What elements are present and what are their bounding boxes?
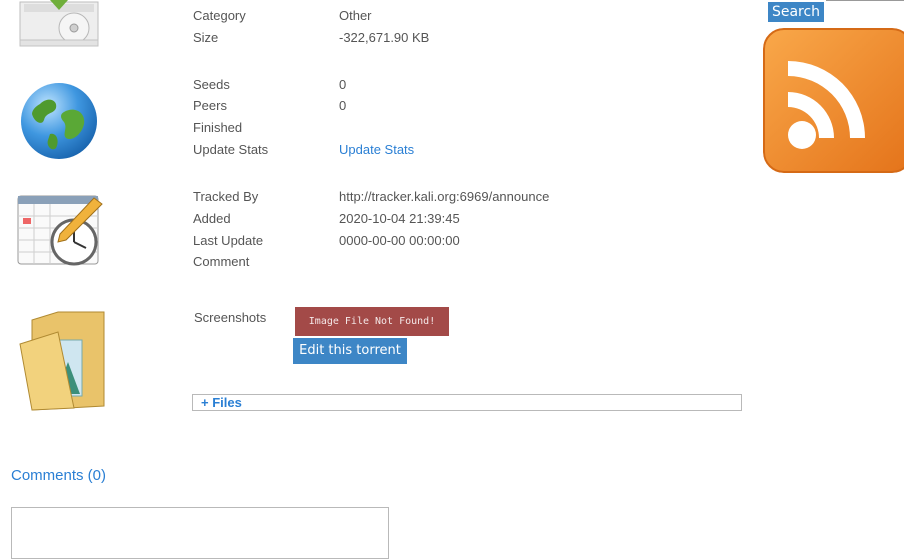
seeds-label: Seeds <box>193 77 230 92</box>
edit-torrent-button[interactable]: Edit this torrent <box>293 338 407 364</box>
update-stats-label: Update Stats <box>193 142 269 157</box>
peers-label: Peers <box>193 98 227 113</box>
package-disc-icon <box>14 0 104 53</box>
search-button[interactable]: Search <box>768 2 824 22</box>
size-label: Size <box>193 30 219 45</box>
search-input[interactable] <box>826 0 904 1</box>
tracked-by-value: http://tracker.kali.org:6969/announce <box>339 189 550 204</box>
category-label: Category <box>193 8 246 23</box>
comment-textarea[interactable] <box>11 507 389 559</box>
files-toggle-bar[interactable]: + Files <box>192 394 742 411</box>
last-update-label: Last Update <box>193 233 264 248</box>
seeds-value: 0 <box>339 77 347 92</box>
peers-value: 0 <box>339 98 347 113</box>
added-label: Added <box>193 211 231 226</box>
finished-label: Finished <box>193 120 243 135</box>
tracked-by-label: Tracked By <box>193 189 259 204</box>
comment-label: Comment <box>193 254 250 269</box>
folder-icon <box>18 310 110 417</box>
globe-icon <box>20 82 100 165</box>
update-stats-link[interactable]: Update Stats <box>339 142 414 157</box>
image-not-found-badge: Image File Not Found! <box>295 307 449 336</box>
files-toggle-label[interactable]: + Files <box>201 395 242 410</box>
rss-feed-icon[interactable] <box>763 28 904 173</box>
calendar-clock-icon <box>16 192 106 273</box>
comments-heading[interactable]: Comments (0) <box>11 467 106 484</box>
screenshots-label: Screenshots <box>194 310 267 325</box>
last-update-value: 0000-00-00 00:00:00 <box>339 233 460 248</box>
category-value: Other <box>339 8 372 23</box>
size-value: -322,671.90 KB <box>339 30 430 45</box>
added-value: 2020-10-04 21:39:45 <box>339 211 460 226</box>
